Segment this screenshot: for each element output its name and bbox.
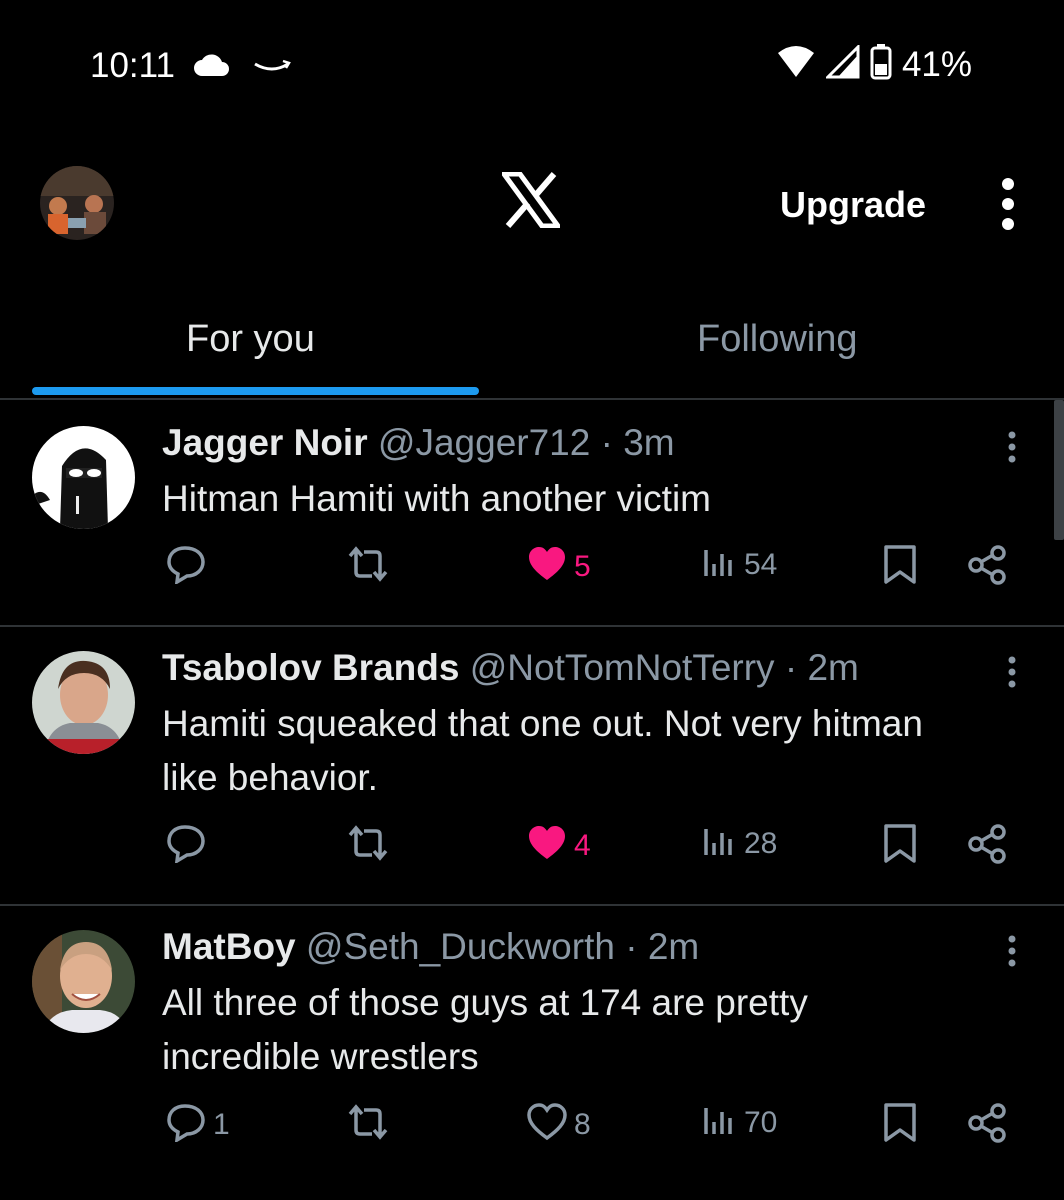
- views-button[interactable]: 54: [702, 544, 777, 585]
- more-options-icon[interactable]: [994, 176, 1022, 237]
- status-bar: 10:11 41%: [0, 0, 1064, 130]
- like-count: 5: [574, 549, 591, 583]
- like-count: 8: [574, 1107, 591, 1141]
- author-handle[interactable]: @Jagger712: [378, 422, 590, 463]
- tweet-time: · 3m: [600, 422, 675, 463]
- tweet-menu-icon[interactable]: [1000, 430, 1024, 471]
- bookmark-icon: [882, 544, 918, 591]
- tweet-time: · 2m: [784, 647, 859, 688]
- bookmark-button[interactable]: [882, 1102, 918, 1149]
- views-count: 28: [744, 826, 778, 860]
- tweet-actions: 5 54: [0, 544, 1064, 604]
- author-handle[interactable]: @Seth_Duckworth: [306, 926, 615, 967]
- battery-icon: [870, 44, 892, 85]
- views-button[interactable]: 28: [702, 823, 777, 864]
- tweet[interactable]: MatBoy @Seth_Duckworth · 2m All three of…: [0, 906, 1064, 1200]
- tweet-text: Hitman Hamiti with another victim: [162, 478, 711, 519]
- share-button[interactable]: [966, 823, 1008, 870]
- tweet-menu-icon[interactable]: [1000, 655, 1024, 696]
- tab-for-you[interactable]: For you: [186, 318, 315, 361]
- battery-percent: 41%: [901, 44, 972, 84]
- retweet-button[interactable]: [344, 1102, 398, 1147]
- bookmark-icon: [882, 823, 918, 870]
- views-count: 70: [744, 1105, 778, 1139]
- profile-avatar[interactable]: [40, 166, 114, 240]
- reply-icon: [165, 1102, 207, 1147]
- signal-icon: [824, 43, 860, 84]
- cloud-icon: [192, 52, 232, 83]
- status-time: 10:11: [90, 46, 175, 85]
- tweet[interactable]: Tsabolov Brands @NotTomNotTerry · 2m Ham…: [0, 627, 1064, 904]
- retweet-icon: [344, 1102, 392, 1147]
- author-name[interactable]: MatBoy: [162, 926, 296, 967]
- reply-button[interactable]: 1: [165, 1102, 230, 1147]
- like-button[interactable]: 4: [526, 823, 591, 868]
- like-button[interactable]: 5: [526, 544, 591, 589]
- tweet[interactable]: Jagger Noir @Jagger712 · 3m Hitman Hamit…: [0, 400, 1064, 626]
- share-icon: [966, 544, 1008, 591]
- reply-count: 1: [213, 1107, 230, 1141]
- active-tab-indicator: [32, 387, 479, 395]
- author-name[interactable]: Jagger Noir: [162, 422, 368, 463]
- retweet-icon: [344, 823, 392, 868]
- heart-filled-icon: [526, 823, 568, 868]
- share-button[interactable]: [966, 1102, 1008, 1149]
- heart-outline-icon: [526, 1102, 568, 1147]
- reply-icon: [165, 823, 207, 868]
- share-icon: [966, 823, 1008, 870]
- reply-button[interactable]: [165, 823, 213, 868]
- views-icon: [702, 544, 738, 585]
- author-name[interactable]: Tsabolov Brands: [162, 647, 459, 688]
- views-count: 54: [744, 547, 778, 581]
- heart-filled-icon: [526, 544, 568, 589]
- reply-icon: [165, 544, 207, 589]
- retweet-button[interactable]: [344, 544, 398, 589]
- tweet-actions: 1 8 70: [0, 1102, 1064, 1162]
- tweet-text: Hamiti squeaked that one out. Not very h…: [162, 703, 923, 798]
- avatar[interactable]: [32, 651, 135, 754]
- tweet-time: · 2m: [625, 926, 700, 967]
- tab-following[interactable]: Following: [697, 318, 858, 361]
- avatar[interactable]: [32, 426, 135, 529]
- tweet-actions: 4 28: [0, 823, 1064, 883]
- reply-button[interactable]: [165, 544, 213, 589]
- like-button[interactable]: 8: [526, 1102, 591, 1147]
- tweet-text: All three of those guys at 174 are prett…: [162, 982, 808, 1077]
- wifi-icon: [776, 45, 816, 84]
- views-icon: [702, 823, 738, 864]
- bookmark-icon: [882, 1102, 918, 1149]
- upgrade-button[interactable]: Upgrade: [780, 184, 926, 226]
- bookmark-button[interactable]: [882, 823, 918, 870]
- bookmark-button[interactable]: [882, 544, 918, 591]
- feed-tabs: For you Following: [0, 300, 1064, 400]
- like-count: 4: [574, 828, 591, 862]
- retweet-icon: [344, 544, 392, 589]
- tweet-menu-icon[interactable]: [1000, 934, 1024, 975]
- avatar[interactable]: [32, 930, 135, 1033]
- retweet-button[interactable]: [344, 823, 398, 868]
- share-icon: [966, 1102, 1008, 1149]
- views-icon: [702, 1102, 738, 1143]
- share-button[interactable]: [966, 544, 1008, 591]
- x-logo-icon[interactable]: [499, 171, 563, 233]
- views-button[interactable]: 70: [702, 1102, 777, 1143]
- amazon-icon: [252, 56, 292, 81]
- author-handle[interactable]: @NotTomNotTerry: [470, 647, 775, 688]
